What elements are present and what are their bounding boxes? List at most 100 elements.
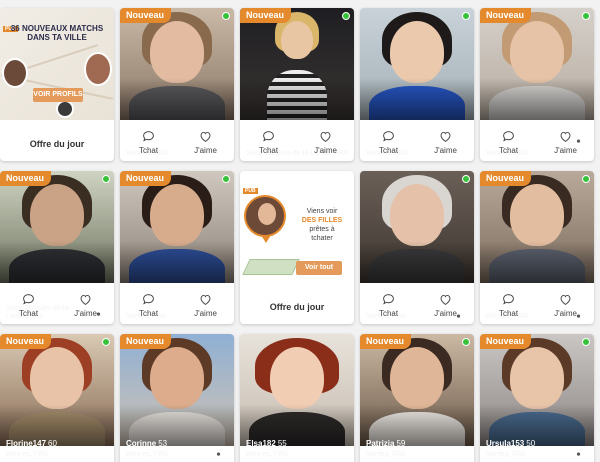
heart-icon	[440, 131, 451, 142]
promo-card-matches[interactable]: PUB 86 NOUVEAUX MATCHS DANS TA VILLE VOI…	[0, 8, 114, 161]
like-label: J'aime	[314, 145, 337, 155]
heart-icon	[440, 294, 451, 305]
chat-bubble-icon	[383, 293, 394, 305]
profile-photo[interactable]	[480, 8, 594, 120]
profile-card[interactable]: dhrd03h 45 Nantes, FRA 2 Tchat J'aime	[360, 171, 474, 324]
heart-icon	[560, 131, 571, 142]
chat-bubble-icon	[503, 293, 514, 305]
see-all-button[interactable]: Voir tout	[296, 261, 342, 275]
map-pin-icon	[261, 235, 271, 243]
promo-title: 86 NOUVEAUX MATCHS DANS TA VILLE	[10, 24, 104, 42]
like-button[interactable]: J'aime	[177, 123, 234, 161]
like-button[interactable]: J'aime	[537, 123, 594, 161]
profile-card[interactable]: Nouveau Marie 56 Rennes, FRA Tchat J'aime	[120, 8, 234, 161]
profile-card[interactable]: Nouveau Waltzresldzr 61 Saint-Jacques-de-…	[240, 8, 354, 161]
profile-card[interactable]: Nouveau Ursula153 50 Nantes, FRA 2	[480, 334, 594, 462]
profile-name: Corinne 53	[126, 439, 168, 448]
photo-count: 2	[213, 449, 229, 458]
chat-label: Tchat	[498, 145, 519, 155]
chat-label: Tchat	[18, 308, 39, 318]
profile-thumb	[56, 100, 74, 118]
photo-count: 2	[573, 449, 589, 458]
profile-name: Patrizia 59	[366, 439, 406, 448]
profile-card[interactable]: Nouveau Patrizia 59 Nantes, FRA	[360, 334, 474, 462]
profile-card[interactable]: Nouveau Florine147 60 Rennes, FRA	[0, 334, 114, 462]
profile-photo[interactable]	[120, 334, 234, 446]
online-indicator	[462, 12, 470, 20]
new-badge: Nouveau	[120, 8, 172, 23]
like-label: J'aime	[434, 308, 457, 318]
chat-bubble-icon	[503, 130, 514, 142]
chat-button[interactable]: Tchat	[480, 286, 537, 324]
chat-bubble-icon	[23, 293, 34, 305]
map-tile-icon	[242, 259, 300, 275]
profile-photo[interactable]	[360, 171, 474, 283]
new-badge: Nouveau	[360, 334, 412, 349]
online-indicator	[582, 175, 590, 183]
chat-button[interactable]: Tchat	[480, 123, 537, 161]
online-indicator	[222, 175, 230, 183]
chat-button[interactable]: Tchat	[120, 286, 177, 324]
profile-card[interactable]: Nouveau Sylvia 60 Rennes, FRA 4 Tchat J'a…	[480, 171, 594, 324]
profile-card[interactable]: Elsa182 55 Rennes, FRA	[240, 334, 354, 462]
chat-button[interactable]: Tchat	[360, 123, 417, 161]
profile-card[interactable]: Nouveau zootm1h 51 Nantes, FRA Tchat J'ai…	[120, 171, 234, 324]
online-indicator	[222, 12, 230, 20]
profile-thumb	[84, 52, 112, 86]
profile-name: Ursula153 50	[486, 439, 536, 448]
chat-button[interactable]: Tchat	[120, 123, 177, 161]
profile-photo[interactable]	[480, 334, 594, 446]
heart-icon	[560, 294, 571, 305]
profile-photo[interactable]	[360, 8, 474, 120]
chat-button[interactable]: Tchat	[0, 286, 57, 324]
profile-location: Nantes, FRA	[366, 451, 407, 458]
profile-photo[interactable]	[360, 334, 474, 446]
ad-badge: PUB	[243, 188, 258, 194]
online-indicator	[102, 338, 110, 346]
chat-label: Tchat	[138, 308, 159, 318]
profile-photo[interactable]	[0, 334, 114, 446]
heart-icon	[80, 294, 91, 305]
profile-photo[interactable]	[480, 171, 594, 283]
new-badge: Nouveau	[480, 334, 532, 349]
online-indicator	[462, 175, 470, 183]
online-indicator	[462, 338, 470, 346]
like-label: J'aime	[74, 308, 97, 318]
card-actions: Tchat J'aime	[360, 286, 474, 324]
chat-button[interactable]: Tchat	[240, 123, 297, 161]
card-actions: Tchat J'aime	[120, 123, 234, 161]
profile-location: Rennes, FRA	[246, 451, 289, 458]
new-badge: Nouveau	[480, 8, 532, 23]
online-indicator	[582, 338, 590, 346]
heart-icon	[200, 131, 211, 142]
profile-card[interactable]: Hocuu1f 52 Rennes, FRA Tchat J'aime	[360, 8, 474, 161]
chat-label: Tchat	[258, 145, 279, 155]
offer-label: Offre du jour	[29, 139, 85, 149]
profile-photo[interactable]	[120, 171, 234, 283]
profile-card[interactable]: Nouveau Corinne 53 Rennes, FRA 2	[120, 334, 234, 462]
like-button[interactable]: J'aime	[57, 286, 114, 324]
offer-label: Offre du jour	[269, 302, 325, 312]
like-button[interactable]: J'aime	[417, 286, 474, 324]
camera-icon	[573, 450, 583, 457]
profile-thumb	[2, 58, 28, 88]
like-button[interactable]: J'aime	[177, 286, 234, 324]
online-indicator	[102, 175, 110, 183]
chat-button[interactable]: Tchat	[360, 286, 417, 324]
profile-photo[interactable]	[120, 8, 234, 120]
profile-photo[interactable]	[240, 334, 354, 446]
view-profiles-button[interactable]: VOIR PROFILS	[33, 88, 83, 102]
profile-thumb	[244, 195, 286, 237]
like-button[interactable]: J'aime	[297, 123, 354, 161]
promo-card-girls[interactable]: PUB Viens voir DES FILLES prêtes à tchat…	[240, 171, 354, 324]
like-button[interactable]: J'aime	[537, 286, 594, 324]
new-badge: Nouveau	[480, 171, 532, 186]
profile-card[interactable]: Nouveau Sonia 54 Rennes, FRA 3 Tchat J'ai…	[480, 8, 594, 161]
profile-photo[interactable]	[0, 171, 114, 283]
profile-photo[interactable]	[240, 8, 354, 120]
like-button[interactable]: J'aime	[417, 123, 474, 161]
like-label: J'aime	[194, 145, 217, 155]
profile-card[interactable]: Nouveau Stephanie 40 Saint-Jacques-de-la-…	[0, 171, 114, 324]
promo-text: Viens voir DES FILLES prêtes à tchater	[301, 208, 343, 242]
chat-bubble-icon	[143, 130, 154, 142]
